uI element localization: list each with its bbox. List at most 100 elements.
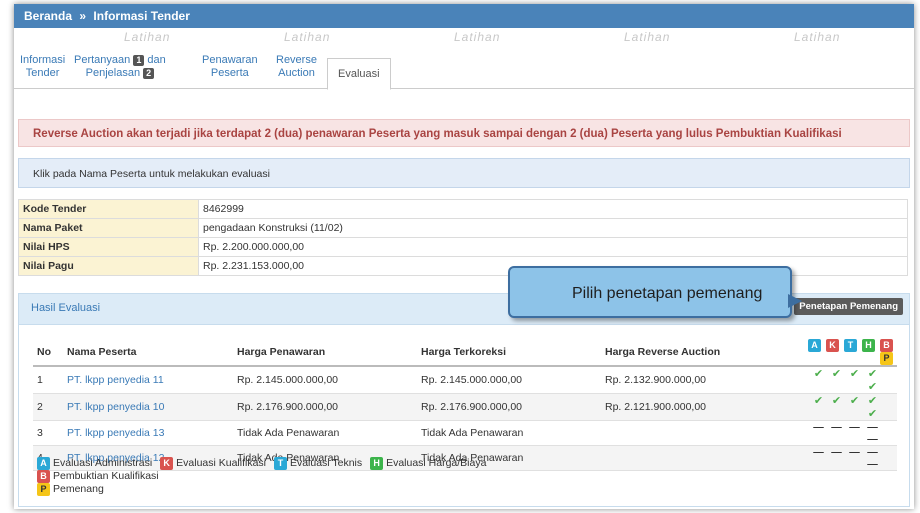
legend-badge: A (37, 457, 50, 470)
legend-badge: K (160, 457, 174, 470)
legend-label: Evaluasi Kualifikasi (176, 457, 267, 469)
legend-item: A Evaluasi Administrasi (37, 457, 153, 470)
status-cells: ✔ ✔ ✔ ✔✔ (794, 366, 897, 394)
status-badge-t: T (844, 339, 857, 352)
watermark: Latihan (624, 30, 671, 44)
tab-pertanyaan-penjelasan[interactable]: Pertanyaan 1 dan Penjelasan 2 (74, 54, 166, 80)
dash-icon: — (867, 433, 878, 445)
corrected-price: Rp. 2.145.000.000,00 (417, 366, 601, 394)
table-row: 3 PT. lkpp penyedia 13 Tidak Ada Penawar… (33, 420, 897, 446)
tab-count-badge: 1 (133, 54, 145, 66)
tender-window: Beranda » Informasi Tender Latihan Latih… (14, 4, 914, 509)
info-value: pengadaan Konstruksi (11/02) (198, 218, 908, 238)
legend-item: H Evaluasi Harga/Biaya (370, 457, 487, 470)
tab-label: Penjelasan (85, 67, 141, 79)
tab-count-badge: 2 (143, 67, 155, 79)
column-header: Harga Reverse Auction (601, 339, 794, 367)
auction-price (601, 420, 794, 446)
status-header: A K T H BP (794, 339, 897, 367)
tab-informasi-tender[interactable]: Informasi Tender (20, 54, 65, 80)
auction-price: Rp. 2.121.900.000,00 (601, 393, 794, 421)
participant-link[interactable]: PT. lkpp penyedia 11 (63, 366, 233, 394)
warning-alert: Reverse Auction akan terjadi jika terdap… (18, 119, 910, 147)
tab-label: Pertanyaan (74, 54, 131, 66)
tab-label: Informasi (20, 54, 66, 66)
column-header: No (33, 339, 63, 367)
tender-info-table: Kode Tender 8462999 Nama Paket pengadaan… (18, 199, 908, 276)
legend-badge: H (370, 457, 384, 470)
legend-label: Evaluasi Teknis (289, 457, 363, 469)
legend-item: T Evaluasi Teknis (273, 457, 363, 470)
tab-bar: Latihan Latihan Latihan Latihan Latihan … (14, 28, 914, 90)
check-icon: ✔ (831, 395, 842, 407)
watermark: Latihan (794, 30, 841, 44)
row-number: 1 (33, 366, 63, 394)
check-icon: ✔ (849, 395, 860, 407)
status-badge-k: K (826, 339, 839, 352)
legend-label: Evaluasi Harga/Biaya (386, 457, 487, 469)
check-icon: ✔ (813, 368, 824, 380)
table-row: 1 PT. lkpp penyedia 11 Rp. 2.145.000.000… (33, 366, 897, 394)
evaluation-table: No Nama Peserta Harga Penawaran Harga Te… (33, 339, 897, 471)
check-icon: ✔ (813, 395, 824, 407)
panel-title: Hasil Evaluasi (31, 302, 101, 314)
row-number: 3 (33, 420, 63, 446)
check-icon: ✔ (867, 408, 878, 420)
auction-price: Rp. 2.132.900.000,00 (601, 366, 794, 394)
dash-icon: — (867, 421, 878, 433)
watermark: Latihan (124, 30, 171, 44)
participant-link[interactable]: PT. lkpp penyedia 10 (63, 393, 233, 421)
tab-evaluasi[interactable]: Evaluasi (327, 58, 391, 90)
breadcrumb-current: Informasi Tender (93, 9, 190, 23)
corrected-price: Rp. 2.176.900.000,00 (417, 393, 601, 421)
info-label: Nama Paket (18, 218, 199, 238)
dash-icon: — (849, 421, 860, 433)
dash-icon: — (813, 421, 824, 433)
table-row: 2 PT. lkpp penyedia 10 Rp. 2.176.900.000… (33, 393, 897, 421)
legend-item: K Evaluasi Kualifikasi (160, 457, 267, 470)
tab-label: Reverse (276, 54, 317, 66)
legend-badge: P (37, 483, 50, 496)
column-header: Harga Terkoreksi (417, 339, 601, 367)
check-icon: ✔ (867, 395, 878, 407)
table-header-row: No Nama Peserta Harga Penawaran Harga Te… (33, 339, 897, 367)
callout-pointer (788, 294, 802, 308)
watermark: Latihan (454, 30, 501, 44)
check-icon: ✔ (867, 368, 878, 380)
tab-label: Peserta (210, 67, 249, 79)
status-badge-h: H (862, 339, 875, 352)
status-cells: — — — —— (794, 420, 897, 446)
column-header: Harga Penawaran (233, 339, 417, 367)
check-icon: ✔ (867, 381, 878, 393)
tab-penawaran-peserta[interactable]: Penawaran Peserta (202, 54, 258, 80)
status-cells: ✔ ✔ ✔ ✔✔ (794, 393, 897, 421)
legend-label: Pemenang (53, 483, 104, 495)
info-label: Kode Tender (18, 199, 199, 219)
tab-label: Tender (25, 67, 60, 79)
breadcrumb-home[interactable]: Beranda (24, 9, 72, 23)
row-number: 2 (33, 393, 63, 421)
status-badge-p: P (880, 352, 893, 365)
legend-badge: T (273, 457, 287, 470)
status-badge-a: A (808, 339, 821, 352)
dash-icon: — (813, 446, 824, 458)
tab-label: dan (147, 54, 166, 66)
dash-icon: — (867, 458, 878, 470)
corrected-price: Tidak Ada Penawaran (417, 420, 601, 446)
participant-link[interactable]: PT. lkpp penyedia 13 (63, 420, 233, 446)
penetapan-pemenang-button[interactable]: Penetapan Pemenang (794, 298, 903, 315)
breadcrumb: Beranda » Informasi Tender (14, 4, 914, 28)
legend-item: P Pemenang (37, 483, 104, 496)
check-icon: ✔ (831, 368, 842, 380)
legend-label: Evaluasi Administrasi (53, 457, 153, 469)
tab-label: Penawaran (202, 54, 258, 66)
info-row: Nilai HPS Rp. 2.200.000.000,00 (18, 237, 908, 257)
offer-price: Rp. 2.176.900.000,00 (233, 393, 417, 421)
offer-price: Tidak Ada Penawaran (233, 420, 417, 446)
tab-reverse-auction[interactable]: Reverse Auction (276, 54, 317, 80)
dash-icon: — (831, 446, 842, 458)
dash-icon: — (849, 446, 860, 458)
legend-item: B Pembuktian Kualifikasi (37, 470, 159, 483)
legend-badge: B (37, 470, 50, 483)
legend-label: Pembuktian Kualifikasi (53, 470, 159, 482)
